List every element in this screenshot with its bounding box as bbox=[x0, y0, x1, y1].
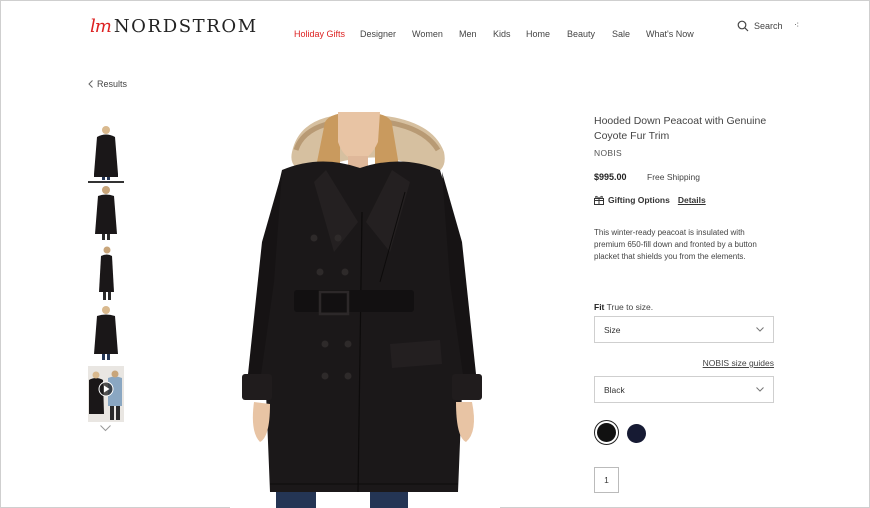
chevron-left-icon bbox=[88, 80, 93, 88]
play-icon bbox=[98, 381, 114, 397]
product-title: Hooded Down Peacoat with Genuine Coyote … bbox=[594, 115, 767, 142]
fit-value: True to size. bbox=[606, 302, 654, 312]
nav-holiday-gifts[interactable]: Holiday Gifts bbox=[294, 29, 345, 39]
thumbnail-2[interactable] bbox=[88, 184, 124, 240]
size-guide-link[interactable]: NOBIS size guides bbox=[594, 358, 774, 368]
nordstrom-logo[interactable]: lm NORDSTROM bbox=[90, 12, 258, 42]
thumbnail-5-video[interactable] bbox=[88, 366, 124, 422]
more-menu-icon[interactable]: ⁖ bbox=[794, 20, 799, 31]
nav-whats-now[interactable]: What's Now bbox=[646, 29, 694, 39]
logo-wordmark: NORDSTROM bbox=[113, 16, 258, 37]
search-button[interactable]: Search bbox=[737, 20, 783, 32]
swatch-black-fill bbox=[597, 423, 616, 442]
thumbnail-3[interactable] bbox=[88, 244, 124, 300]
nav-men[interactable]: Men bbox=[459, 29, 477, 39]
chevron-down-icon bbox=[756, 327, 764, 332]
breadcrumb-label: Results bbox=[97, 79, 128, 89]
thumbnail-4[interactable] bbox=[88, 304, 124, 360]
quantity-input[interactable]: 1 bbox=[594, 467, 619, 493]
fit-info: Fit True to size. bbox=[594, 302, 653, 312]
nav-beauty[interactable]: Beauty bbox=[567, 29, 595, 39]
gift-icon bbox=[594, 195, 604, 205]
breadcrumb-back-link[interactable]: Results bbox=[88, 79, 127, 89]
product-brand[interactable]: NOBIS bbox=[594, 148, 622, 158]
gifting-options: Gifting Options Details bbox=[594, 195, 706, 205]
product-price: $995.00 bbox=[594, 172, 627, 182]
chevron-down-icon bbox=[756, 387, 764, 392]
nav-sale[interactable]: Sale bbox=[612, 29, 630, 39]
size-select-value: Size bbox=[604, 324, 621, 335]
gifting-label: Gifting Options bbox=[608, 195, 670, 205]
fit-label: Fit bbox=[594, 302, 605, 312]
nav-home[interactable]: Home bbox=[526, 29, 550, 39]
swatch-black[interactable] bbox=[594, 420, 619, 445]
shipping-info: Free Shipping bbox=[647, 172, 700, 182]
color-select[interactable]: Black bbox=[594, 376, 774, 403]
nav-women[interactable]: Women bbox=[412, 29, 443, 39]
swatch-navy[interactable] bbox=[627, 424, 646, 443]
nav-designer[interactable]: Designer bbox=[360, 29, 396, 39]
logo-script-mark: lm bbox=[90, 16, 112, 37]
search-label: Search bbox=[754, 21, 783, 31]
product-description: This winter-ready peacoat is insulated w… bbox=[594, 228, 757, 261]
gifting-details-link[interactable]: Details bbox=[678, 195, 706, 205]
main-product-image[interactable] bbox=[230, 112, 500, 508]
search-icon bbox=[737, 20, 749, 32]
color-select-value: Black bbox=[604, 384, 625, 395]
nav-kids[interactable]: Kids bbox=[493, 29, 511, 39]
size-select[interactable]: Size bbox=[594, 316, 774, 343]
thumbnail-1[interactable] bbox=[88, 124, 124, 183]
chevron-down-icon[interactable] bbox=[100, 425, 111, 432]
